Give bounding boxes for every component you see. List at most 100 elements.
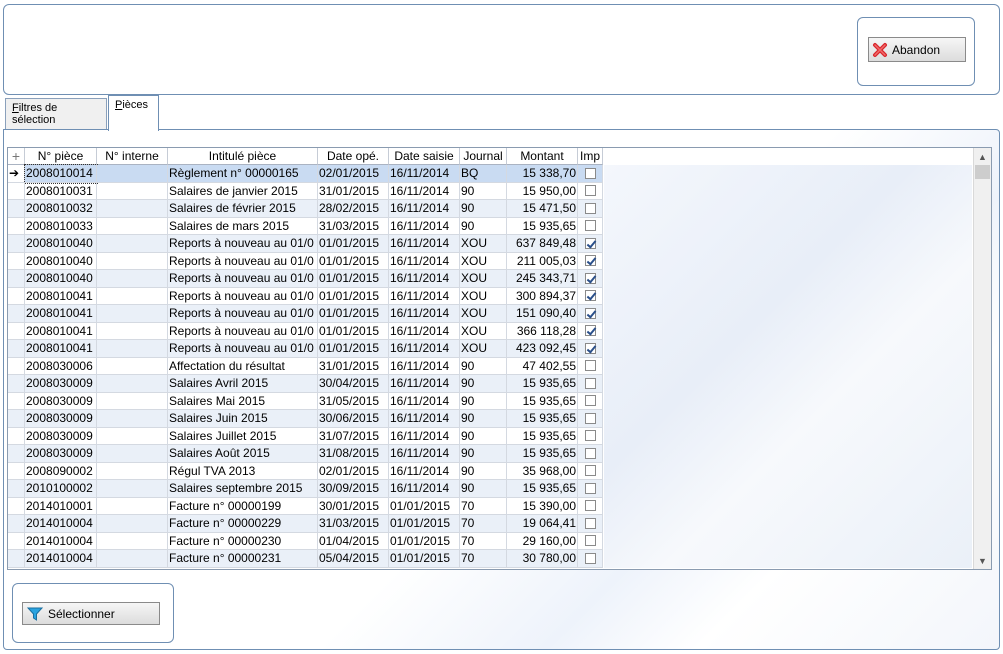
checkbox-unchecked-icon[interactable] — [584, 482, 596, 494]
imp-checkbox[interactable] — [578, 200, 603, 218]
cell-intitule: Reports à nouveau au 01/0 — [168, 270, 318, 288]
imp-checkbox[interactable] — [578, 427, 603, 445]
table-row[interactable]: 2008010041 Reports à nouveau au 01/0 01/01… — [8, 305, 603, 323]
table-row[interactable]: 2008010041 Reports à nouveau au 01/0 01/01… — [8, 287, 603, 305]
column-header-interne[interactable]: N° interne — [97, 148, 168, 165]
imp-checkbox[interactable] — [578, 270, 603, 288]
scroll-down-icon[interactable]: ▼ — [974, 552, 991, 569]
imp-checkbox[interactable] — [578, 182, 603, 200]
checkbox-checked-icon[interactable] — [584, 272, 596, 284]
table-row[interactable]: 2008010041 Reports à nouveau au 01/0 01/01… — [8, 340, 603, 358]
table-row[interactable]: 2008030009 Salaires Juillet 2015 31/07/201… — [8, 427, 603, 445]
select-button[interactable]: Sélectionner — [22, 602, 160, 625]
checkbox-checked-icon[interactable] — [584, 342, 596, 354]
imp-checkbox[interactable] — [578, 375, 603, 393]
imp-checkbox[interactable] — [578, 445, 603, 463]
imp-checkbox[interactable] — [578, 515, 603, 533]
table-row[interactable]: 2008030006 Affectation du résultat 31/01/2… — [8, 357, 603, 375]
table-row[interactable]: 2008010032 Salaires de février 2015 28/02/… — [8, 200, 603, 218]
imp-checkbox[interactable] — [578, 550, 603, 568]
imp-checkbox[interactable] — [578, 410, 603, 428]
checkbox-checked-icon[interactable] — [584, 255, 596, 267]
table-row[interactable]: 2008010041 Reports à nouveau au 01/0 01/01… — [8, 322, 603, 340]
checkbox-unchecked-icon[interactable] — [584, 395, 596, 407]
imp-checkbox[interactable] — [578, 252, 603, 270]
cell-intitule: Facture n° 00000231 — [168, 550, 318, 568]
checkbox-unchecked-icon[interactable] — [584, 535, 596, 547]
imp-checkbox[interactable] — [578, 165, 603, 183]
imp-checkbox[interactable] — [578, 340, 603, 358]
checkbox-unchecked-icon[interactable] — [584, 430, 596, 442]
cell-interne — [97, 515, 168, 533]
checkbox-unchecked-icon[interactable] — [584, 377, 596, 389]
cell-date-saisie: 16/11/2014 — [389, 165, 460, 183]
vertical-scrollbar[interactable]: ▲ ▼ — [973, 148, 991, 569]
table-row[interactable]: 2008030009 Salaires Mai 2015 31/05/2015 16/… — [8, 392, 603, 410]
cell-interne — [97, 182, 168, 200]
column-header-intitule[interactable]: Intitulé pièce — [168, 148, 318, 165]
cell-intitule: Reports à nouveau au 01/0 — [168, 287, 318, 305]
table-row[interactable]: 2014010004 Facture n° 00000231 05/04/2015 0… — [8, 550, 603, 568]
checkbox-unchecked-icon[interactable] — [584, 552, 596, 564]
checkbox-unchecked-icon[interactable] — [584, 360, 596, 372]
checkbox-checked-icon[interactable] — [584, 325, 596, 337]
row-selector — [8, 182, 25, 200]
table-row[interactable]: 2014010001 Facture n° 00000199 30/01/2015 0… — [8, 497, 603, 515]
table-row[interactable]: 2008090002 Régul TVA 2013 02/01/2015 16/11/… — [8, 462, 603, 480]
table-row[interactable]: 2008030009 Salaires Août 2015 31/08/2015 16… — [8, 445, 603, 463]
checkbox-checked-icon[interactable] — [584, 237, 596, 249]
table-row[interactable]: 2014010004 Facture n° 00000229 31/03/2015 0… — [8, 515, 603, 533]
tab-pieces[interactable]: Pièces — [108, 95, 159, 131]
table-row[interactable]: 2008010033 Salaires de mars 2015 31/03/201… — [8, 217, 603, 235]
column-header-piece[interactable]: N° pièce — [25, 148, 97, 165]
checkbox-unchecked-icon[interactable] — [584, 517, 596, 529]
imp-checkbox[interactable] — [578, 392, 603, 410]
imp-checkbox[interactable] — [578, 287, 603, 305]
cell-piece: 2008030009 — [25, 392, 97, 410]
imp-checkbox[interactable] — [578, 532, 603, 550]
table-row[interactable]: 2008030009 Salaires Juin 2015 30/06/2015 16… — [8, 410, 603, 428]
cell-intitule: Affectation du résultat — [168, 357, 318, 375]
checkbox-unchecked-icon[interactable] — [584, 500, 596, 512]
table-row[interactable]: 2008030009 Salaires Avril 2015 30/04/2015 1… — [8, 375, 603, 393]
imp-checkbox[interactable] — [578, 305, 603, 323]
table-row[interactable]: 2014010004 Facture n° 00000230 01/04/2015 0… — [8, 532, 603, 550]
pieces-grid[interactable]: + N° pièce N° interne Intitulé pièce Date op… — [7, 147, 992, 570]
table-row[interactable]: 2008010031 Salaires de janvier 2015 31/01/… — [8, 182, 603, 200]
imp-checkbox[interactable] — [578, 357, 603, 375]
checkbox-unchecked-icon[interactable] — [584, 412, 596, 424]
cell-interne — [97, 252, 168, 270]
column-header-date-saisie[interactable]: Date saisie — [389, 148, 460, 165]
checkbox-unchecked-icon[interactable] — [584, 447, 596, 459]
imp-checkbox[interactable] — [578, 217, 603, 235]
add-column-icon[interactable]: + — [8, 148, 25, 165]
cell-date-ope: 30/04/2015 — [318, 375, 389, 393]
checkbox-unchecked-icon[interactable] — [584, 220, 596, 232]
scroll-thumb[interactable] — [975, 165, 990, 179]
checkbox-checked-icon[interactable] — [584, 290, 596, 302]
row-selector — [8, 480, 25, 498]
table-row[interactable]: 2010100002 Salaires septembre 2015 30/09/2… — [8, 480, 603, 498]
imp-checkbox[interactable] — [578, 322, 603, 340]
abandon-button[interactable]: Abandon — [868, 37, 966, 62]
imp-checkbox[interactable] — [578, 462, 603, 480]
table-row[interactable]: 2008010040 Reports à nouveau au 01/0 01/01… — [8, 252, 603, 270]
imp-checkbox[interactable] — [578, 235, 603, 253]
checkbox-unchecked-icon[interactable] — [584, 465, 596, 477]
imp-checkbox[interactable] — [578, 497, 603, 515]
column-header-date-ope[interactable]: Date opé. — [318, 148, 389, 165]
checkbox-unchecked-icon[interactable] — [584, 167, 596, 179]
checkbox-unchecked-icon[interactable] — [584, 185, 596, 197]
column-header-montant[interactable]: Montant — [507, 148, 578, 165]
imp-checkbox[interactable] — [578, 480, 603, 498]
column-header-imp[interactable]: Imp — [578, 148, 603, 165]
table-row[interactable]: ➔ 2008010014 Règlement n° 00000165 02/01/20… — [8, 164, 603, 184]
scroll-up-icon[interactable]: ▲ — [974, 148, 991, 165]
table-row[interactable]: 2008010040 Reports à nouveau au 01/0 01/01… — [8, 270, 603, 288]
checkbox-checked-icon[interactable] — [584, 307, 596, 319]
cell-journal: 90 — [460, 357, 507, 375]
column-header-journal[interactable]: Journal — [460, 148, 507, 165]
tab-filtres-selection[interactable]: Filtres de sélection — [5, 98, 107, 129]
checkbox-unchecked-icon[interactable] — [584, 202, 596, 214]
table-row[interactable]: 2008010040 Reports à nouveau au 01/0 01/01… — [8, 235, 603, 253]
